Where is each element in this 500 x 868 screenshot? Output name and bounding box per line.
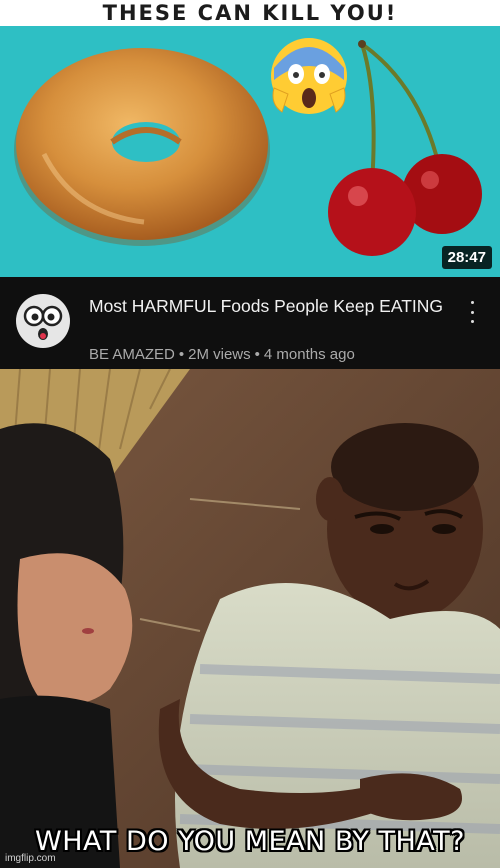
meme-caption: WHAT DO YOU MEAN BY THAT? xyxy=(35,826,465,857)
view-count: 2M views xyxy=(188,346,251,363)
upload-age: 4 months ago xyxy=(263,346,355,363)
bagel-image xyxy=(14,48,270,246)
video-thumbnail[interactable]: THESE CAN KILL YOU! 28:47 xyxy=(0,0,500,277)
skeptical-child-photo xyxy=(0,369,500,868)
duration-badge: 28:47 xyxy=(441,246,492,269)
menu-dot xyxy=(470,301,474,304)
video-title[interactable]: Most HARMFUL Foods People Keep EATING xyxy=(89,295,449,318)
channel-name[interactable]: BE AMAZED xyxy=(89,346,175,363)
meme-page: THESE CAN KILL YOU! 28:47 Most HARMFUL F… xyxy=(0,0,500,868)
channel-avatar-icon[interactable] xyxy=(16,294,70,348)
video-metadata: BE AMAZED • 2M views • 4 months ago xyxy=(89,346,355,363)
menu-dot xyxy=(470,310,474,314)
imgflip-watermark: imgflip.com xyxy=(5,853,56,864)
thumbnail-banner-text: THESE CAN KILL YOU! xyxy=(102,1,398,25)
more-vertical-icon[interactable] xyxy=(462,299,482,325)
meta-separator: • xyxy=(178,346,185,363)
thumbnail-banner: THESE CAN KILL YOU! xyxy=(0,0,500,26)
cherries-image xyxy=(328,40,482,256)
meta-separator: • xyxy=(254,346,260,363)
menu-dot xyxy=(470,320,474,323)
video-info-row: Most HARMFUL Foods People Keep EATING BE… xyxy=(0,277,500,369)
